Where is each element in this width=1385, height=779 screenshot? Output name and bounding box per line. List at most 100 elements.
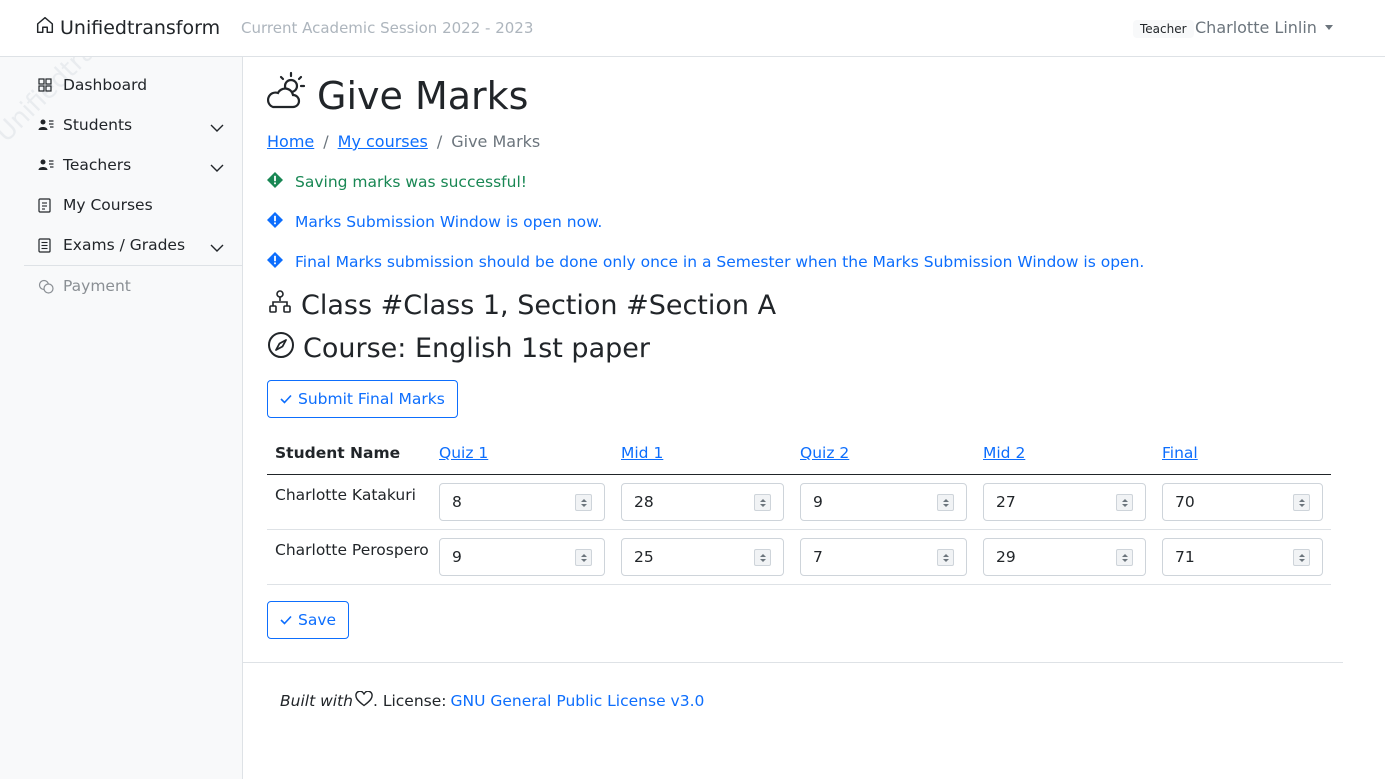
sidebar-item-teachers[interactable]: Teachers <box>38 150 238 180</box>
mark-input-mid-2[interactable]: 27 <box>983 483 1146 521</box>
sidebar-item-dashboard[interactable]: Dashboard <box>38 70 238 100</box>
role-badge: Teacher <box>1133 20 1194 38</box>
caret-down-icon <box>1324 25 1333 30</box>
footer-text: Built with . License: GNU General Public… <box>280 690 704 711</box>
spinner-icon <box>1116 494 1133 511</box>
sidebar-item-payment: Payment <box>38 271 238 301</box>
breadcrumb-separator: / <box>436 132 443 151</box>
diagram-icon <box>267 289 301 322</box>
mark-input-final[interactable]: 71 <box>1162 538 1323 576</box>
mark-input-quiz-2[interactable]: 7 <box>800 538 967 576</box>
coins-icon <box>38 279 54 294</box>
alert-text: Saving marks was successful! <box>295 173 527 191</box>
academic-session: Current Academic Session 2022 - 2023 <box>241 19 534 37</box>
table-row: Charlotte Perospero 9 25 7 29 71 <box>267 530 1331 585</box>
sidebar-item-label: Students <box>63 116 133 134</box>
breadcrumb-my-courses[interactable]: My courses <box>338 132 428 151</box>
sidebar-item-students[interactable]: Students <box>38 110 238 140</box>
brand-link[interactable]: Unifiedtransform <box>36 16 220 39</box>
breadcrumb: Home / My courses / Give Marks <box>267 132 540 151</box>
class-heading: Class #Class 1, Section #Section A <box>267 289 776 322</box>
main-content: Give Marks Home / My courses / Give Mark… <box>243 57 1385 779</box>
spinner-icon <box>754 549 771 566</box>
alert-text: Marks Submission Window is open now. <box>295 213 603 231</box>
student-name: Charlotte Perospero <box>275 541 429 559</box>
sidebar-item-label: My Courses <box>63 196 153 214</box>
column-header-quiz-1[interactable]: Quiz 1 <box>439 444 488 462</box>
diamond-exclamation-icon <box>267 252 295 272</box>
mark-input-mid-2[interactable]: 29 <box>983 538 1146 576</box>
built-with-text: Built with <box>280 692 353 710</box>
sidebar-item-label: Dashboard <box>63 76 148 94</box>
spinner-icon <box>575 549 592 566</box>
house-icon <box>36 16 60 39</box>
page-title-text: Give Marks <box>317 73 529 118</box>
sidebar-item-label: Teachers <box>63 156 132 174</box>
student-name: Charlotte Katakuri <box>275 486 416 504</box>
cloud-sun-icon <box>266 71 317 120</box>
breadcrumb-home[interactable]: Home <box>267 132 314 151</box>
footer: Built with . License: GNU General Public… <box>243 662 1343 779</box>
license-link[interactable]: GNU General Public License v3.0 <box>450 692 704 710</box>
mark-input-mid-1[interactable]: 28 <box>621 483 784 521</box>
top-navbar: Unifiedtransform Current Academic Sessio… <box>0 0 1385 57</box>
page-title: Give Marks <box>266 71 529 120</box>
mark-input-quiz-1[interactable]: 8 <box>439 483 605 521</box>
class-heading-text: Class #Class 1, Section #Section A <box>301 290 777 321</box>
file-text-icon <box>38 237 54 253</box>
breadcrumb-separator: / <box>323 132 329 151</box>
grid-icon <box>38 78 54 92</box>
column-header-quiz-2[interactable]: Quiz 2 <box>800 444 849 462</box>
spinner-icon <box>937 549 954 566</box>
mark-input-final[interactable]: 70 <box>1162 483 1323 521</box>
chevron-down-icon <box>210 119 224 137</box>
user-menu-toggle[interactable]: Charlotte Linlin <box>1195 18 1333 37</box>
spinner-icon <box>1293 549 1310 566</box>
course-heading: Course: English 1st paper <box>267 331 650 366</box>
sidebar-item-label: Payment <box>63 277 131 295</box>
alert-info: Marks Submission Window is open now. <box>267 212 602 232</box>
heart-icon <box>355 690 373 711</box>
spinner-icon <box>1293 494 1310 511</box>
mark-input-quiz-2[interactable]: 9 <box>800 483 967 521</box>
mark-input-quiz-1[interactable]: 9 <box>439 538 605 576</box>
user-name: Charlotte Linlin <box>1195 18 1317 37</box>
mark-input-mid-1[interactable]: 25 <box>621 538 784 576</box>
check-icon <box>280 390 298 408</box>
sidebar-item-label: Exams / Grades <box>63 236 186 254</box>
spinner-icon <box>575 494 592 511</box>
column-header-mid-2[interactable]: Mid 2 <box>983 444 1025 462</box>
column-header-mid-1[interactable]: Mid 1 <box>621 444 663 462</box>
table-row: Charlotte Katakuri 8 28 9 27 70 <box>267 475 1331 530</box>
journal-icon <box>38 197 54 213</box>
chevron-down-icon <box>210 239 224 257</box>
compass-icon <box>267 331 303 366</box>
save-button[interactable]: Save <box>267 601 350 639</box>
check-icon <box>280 611 298 629</box>
sidebar-divider <box>24 265 242 266</box>
alert-text: Final Marks submission should be done on… <box>295 253 1145 271</box>
license-prefix: . License: <box>372 692 447 710</box>
submit-final-marks-button[interactable]: Submit Final Marks <box>267 380 458 418</box>
column-header-final[interactable]: Final <box>1162 444 1198 462</box>
sidebar-item-exams-grades[interactable]: Exams / Grades <box>38 230 238 260</box>
brand-name: Unifiedtransform <box>60 16 221 39</box>
button-label: Submit Final Marks <box>298 390 445 408</box>
marks-table: Student Name Quiz 1 Mid 1 Quiz 2 Mid 2 F… <box>267 434 1331 585</box>
breadcrumb-current: Give Marks <box>451 132 541 151</box>
chevron-down-icon <box>210 159 224 177</box>
spinner-icon <box>937 494 954 511</box>
person-lines-icon <box>38 158 54 172</box>
sidebar-item-my-courses[interactable]: My Courses <box>38 190 238 220</box>
alert-info: Final Marks submission should be done on… <box>267 252 1144 272</box>
column-header-student-name: Student Name <box>275 444 401 462</box>
alert-success: Saving marks was successful! <box>267 172 527 192</box>
diamond-exclamation-icon <box>267 172 295 192</box>
spinner-icon <box>1116 549 1133 566</box>
diamond-exclamation-icon <box>267 212 295 232</box>
sidebar: Unifiedtransform Dashboard Students Teac… <box>0 57 243 779</box>
person-lines-icon <box>38 118 54 132</box>
table-header: Student Name Quiz 1 Mid 1 Quiz 2 Mid 2 F… <box>267 434 1331 475</box>
button-label: Save <box>298 611 337 629</box>
course-heading-text: Course: English 1st paper <box>303 333 650 364</box>
